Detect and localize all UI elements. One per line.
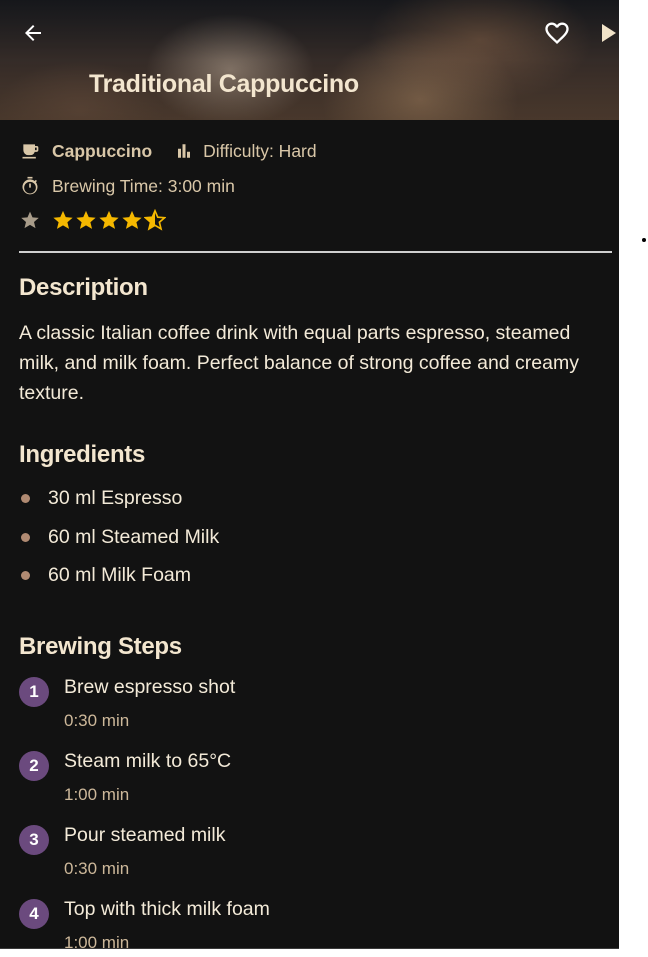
step-number-badge: 3 xyxy=(19,825,49,855)
hero-image: Traditional Cappuccino xyxy=(0,0,619,120)
star-full-icon xyxy=(53,210,73,229)
step-text: Top with thick milk foam xyxy=(64,898,270,920)
description-heading: Description xyxy=(19,274,148,301)
step-text: Brew espresso shot xyxy=(64,676,236,698)
star-full-icon xyxy=(76,210,96,229)
step-duration: 0:30 min xyxy=(64,711,130,730)
ingredient-text: 60 ml Steamed Milk xyxy=(48,526,220,548)
play-icon xyxy=(602,24,616,42)
step-duration: 0:30 min xyxy=(64,859,130,878)
heart-outline-icon xyxy=(545,22,569,44)
brewing-steps-heading: Brewing Steps xyxy=(19,633,182,660)
stray-dot xyxy=(642,238,646,242)
ingredient-item: 30 ml Espresso xyxy=(19,487,182,510)
ingredient-text: 60 ml Milk Foam xyxy=(48,564,192,586)
star-full-icon xyxy=(99,210,119,229)
description-text: A classic Italian coffee drink with equa… xyxy=(19,322,579,404)
coffee-cup-icon xyxy=(19,140,41,162)
ingredient-item: 60 ml Steamed Milk xyxy=(19,526,219,549)
category-label: Cappuccino xyxy=(52,140,153,161)
bullet-icon xyxy=(21,494,30,503)
divider xyxy=(19,251,612,253)
meta-row-rating xyxy=(19,209,166,231)
rating-stars xyxy=(52,209,166,231)
arrow-left-icon xyxy=(25,25,41,41)
meta-row-brewing-time: Brewing Time: 3:00 min xyxy=(19,175,235,197)
bullet-icon xyxy=(21,571,30,580)
back-button[interactable] xyxy=(16,16,50,50)
favorite-button[interactable] xyxy=(540,16,574,50)
step-text: Steam milk to 65°C xyxy=(64,750,232,772)
timer-icon xyxy=(19,175,41,197)
difficulty-label: Difficulty: Hard xyxy=(203,140,317,161)
star-half-icon xyxy=(144,209,166,231)
recipe-title: Traditional Cappuccino xyxy=(89,70,359,98)
ingredient-item: 60 ml Milk Foam xyxy=(19,564,191,587)
play-button[interactable] xyxy=(596,16,619,50)
step-duration: 1:00 min xyxy=(64,785,130,804)
meta-row-category: Cappuccino Difficulty: Hard xyxy=(19,140,317,162)
step-number-badge: 2 xyxy=(19,751,49,781)
step-text: Pour steamed milk xyxy=(64,824,226,846)
brewing-time-label: Brewing Time: 3:00 min xyxy=(52,175,235,196)
ingredient-text: 30 ml Espresso xyxy=(48,487,183,509)
star-icon xyxy=(19,209,41,231)
ingredients-heading: Ingredients xyxy=(19,441,146,468)
step-number-badge: 4 xyxy=(19,899,49,929)
recipe-detail-screen: Traditional Cappuccino Cappuccino Diffic… xyxy=(0,0,619,949)
bullet-icon xyxy=(21,533,30,542)
step-duration: 1:00 min xyxy=(64,933,130,949)
star-full-icon xyxy=(122,210,142,229)
bar-chart-icon xyxy=(173,140,195,162)
step-number-badge: 1 xyxy=(19,677,49,707)
